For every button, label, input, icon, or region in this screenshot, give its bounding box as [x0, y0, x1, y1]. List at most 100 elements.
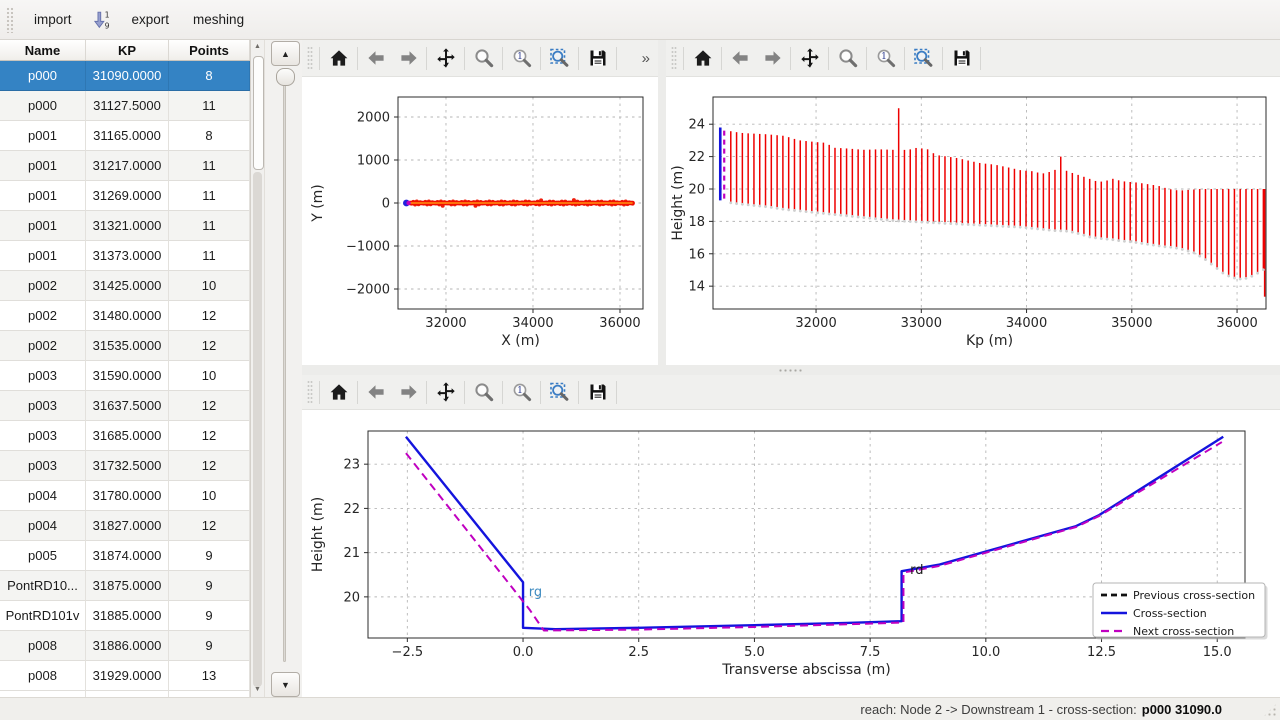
- table-cell[interactable]: 31590.0000: [86, 361, 169, 391]
- table-cell[interactable]: 31373.0000: [86, 241, 169, 271]
- mpl-save-button[interactable]: [946, 43, 977, 73]
- table-cell[interactable]: 31165.0000: [86, 121, 169, 151]
- table-cell[interactable]: 12: [169, 331, 250, 361]
- table-cell[interactable]: 31217.0000: [86, 151, 169, 181]
- table-cell[interactable]: 12: [169, 511, 250, 541]
- mpl-save-button[interactable]: [582, 377, 613, 407]
- mpl-save-button[interactable]: [582, 43, 613, 73]
- table-cell[interactable]: 31732.5000: [86, 451, 169, 481]
- table-cell[interactable]: 31685.0000: [86, 421, 169, 451]
- table-row[interactable]: p00431780.000010: [0, 481, 250, 511]
- vertical-splitter[interactable]: [658, 40, 666, 365]
- table-cell[interactable]: p001: [0, 211, 86, 241]
- table-row[interactable]: p00331637.500012: [0, 391, 250, 421]
- table-cell[interactable]: 13: [169, 661, 250, 691]
- table-cell[interactable]: p001: [0, 241, 86, 271]
- table-cell[interactable]: 10: [169, 361, 250, 391]
- toolbar-drag-handle[interactable]: [307, 46, 313, 70]
- table-cell[interactable]: 11: [169, 151, 250, 181]
- import-button[interactable]: import: [23, 6, 83, 33]
- table-row[interactable]: p00231480.000012: [0, 301, 250, 331]
- plan-view-chart[interactable]: 320003400036000−2000−1000010002000X (m)Y…: [302, 77, 658, 364]
- toolbar-drag-handle[interactable]: [671, 46, 677, 70]
- mpl-forward-button[interactable]: [756, 43, 787, 73]
- mpl-zoom-button[interactable]: [468, 377, 499, 407]
- table-cell[interactable]: p004: [0, 481, 86, 511]
- table-cell[interactable]: 8: [169, 61, 250, 91]
- table-row[interactable]: p00331732.500012: [0, 451, 250, 481]
- table-cell[interactable]: PontRD10...: [0, 571, 86, 601]
- table-cell[interactable]: 31875.0000: [86, 571, 169, 601]
- table-cell[interactable]: 9: [169, 541, 250, 571]
- table-cell[interactable]: p003: [0, 421, 86, 451]
- table-cell[interactable]: p002: [0, 331, 86, 361]
- mpl-pan-button[interactable]: [430, 43, 461, 73]
- table-cell[interactable]: 31269.0000: [86, 181, 169, 211]
- table-cell[interactable]: 31874.0000: [86, 541, 169, 571]
- table-cell[interactable]: p008: [0, 631, 86, 661]
- mpl-zoom-button[interactable]: [832, 43, 863, 73]
- table-cell[interactable]: 11: [169, 211, 250, 241]
- column-header-kp[interactable]: KP: [86, 40, 169, 60]
- table-cell[interactable]: p001: [0, 121, 86, 151]
- mpl-home-button[interactable]: [687, 43, 718, 73]
- table-cell[interactable]: 31637.5000: [86, 391, 169, 421]
- table-row[interactable]: p00831929.000013: [0, 661, 250, 691]
- table-cell[interactable]: p003: [0, 451, 86, 481]
- mpl-pan-button[interactable]: [794, 43, 825, 73]
- table-row[interactable]: p00331590.000010: [0, 361, 250, 391]
- mpl-zoom-fit-button[interactable]: [544, 377, 575, 407]
- mpl-back-button[interactable]: [361, 377, 392, 407]
- table-cell[interactable]: 9: [169, 601, 250, 631]
- table-cell[interactable]: p000: [0, 91, 86, 121]
- mpl-back-button[interactable]: [361, 43, 392, 73]
- table-cell[interactable]: 9: [169, 631, 250, 661]
- table-cell[interactable]: 12: [169, 451, 250, 481]
- scroll-down-arrow[interactable]: ▼: [252, 684, 263, 695]
- table-cell[interactable]: p003: [0, 391, 86, 421]
- toolbar-drag-handle[interactable]: [6, 7, 13, 33]
- mpl-home-button[interactable]: [323, 377, 354, 407]
- table-row[interactable]: p00131373.000011: [0, 241, 250, 271]
- table-cell[interactable]: p000: [0, 61, 86, 91]
- table-cell[interactable]: 31929.0000: [86, 661, 169, 691]
- table-cell[interactable]: 31535.0000: [86, 331, 169, 361]
- table-cell[interactable]: 11: [169, 91, 250, 121]
- table-cell[interactable]: p008: [0, 661, 86, 691]
- table-cell[interactable]: p004: [0, 511, 86, 541]
- export-button[interactable]: export: [121, 6, 181, 33]
- table-row[interactable]: p00231425.000010: [0, 271, 250, 301]
- table-cell[interactable]: 31827.0000: [86, 511, 169, 541]
- table-row[interactable]: p00031127.500011: [0, 91, 250, 121]
- table-cell[interactable]: 31885.0000: [86, 601, 169, 631]
- table-row[interactable]: PontRD101v31885.00009: [0, 601, 250, 631]
- next-section-button[interactable]: ▼: [271, 672, 300, 697]
- mpl-zoom-1-button[interactable]: 1: [870, 43, 901, 73]
- mpl-forward-button[interactable]: [392, 43, 423, 73]
- cross-section-chart[interactable]: rgrd−2.50.02.55.07.510.012.515.020212223…: [302, 410, 1280, 697]
- table-row[interactable]: p00331685.000012: [0, 421, 250, 451]
- column-header-name[interactable]: Name: [0, 40, 86, 60]
- mpl-pan-button[interactable]: [430, 377, 461, 407]
- slider-handle[interactable]: [276, 68, 295, 86]
- table-cell[interactable]: 31780.0000: [86, 481, 169, 511]
- horizontal-splitter[interactable]: [302, 365, 1280, 375]
- mpl-home-button[interactable]: [323, 43, 354, 73]
- mpl-zoom-1-button[interactable]: 1: [506, 43, 537, 73]
- table-cell[interactable]: 10: [169, 481, 250, 511]
- mpl-zoom-fit-button[interactable]: [908, 43, 939, 73]
- table-cell[interactable]: 31480.0000: [86, 301, 169, 331]
- table-cell[interactable]: p001: [0, 151, 86, 181]
- column-header-points[interactable]: Points: [169, 40, 250, 60]
- mpl-forward-button[interactable]: [392, 377, 423, 407]
- longitudinal-profile-chart[interactable]: 3200033000340003500036000141618202224Kp …: [666, 77, 1280, 364]
- previous-section-button[interactable]: ▲: [271, 41, 300, 66]
- mpl-zoom-1-button[interactable]: 1: [506, 377, 537, 407]
- scrollbar-track[interactable]: [253, 172, 262, 687]
- table-cell[interactable]: p003: [0, 361, 86, 391]
- mpl-back-button[interactable]: [725, 43, 756, 73]
- table-cell[interactable]: 12: [169, 421, 250, 451]
- table-cell[interactable]: p002: [0, 271, 86, 301]
- table-row[interactable]: p00131269.000011: [0, 181, 250, 211]
- table-row[interactable]: p00231535.000012: [0, 331, 250, 361]
